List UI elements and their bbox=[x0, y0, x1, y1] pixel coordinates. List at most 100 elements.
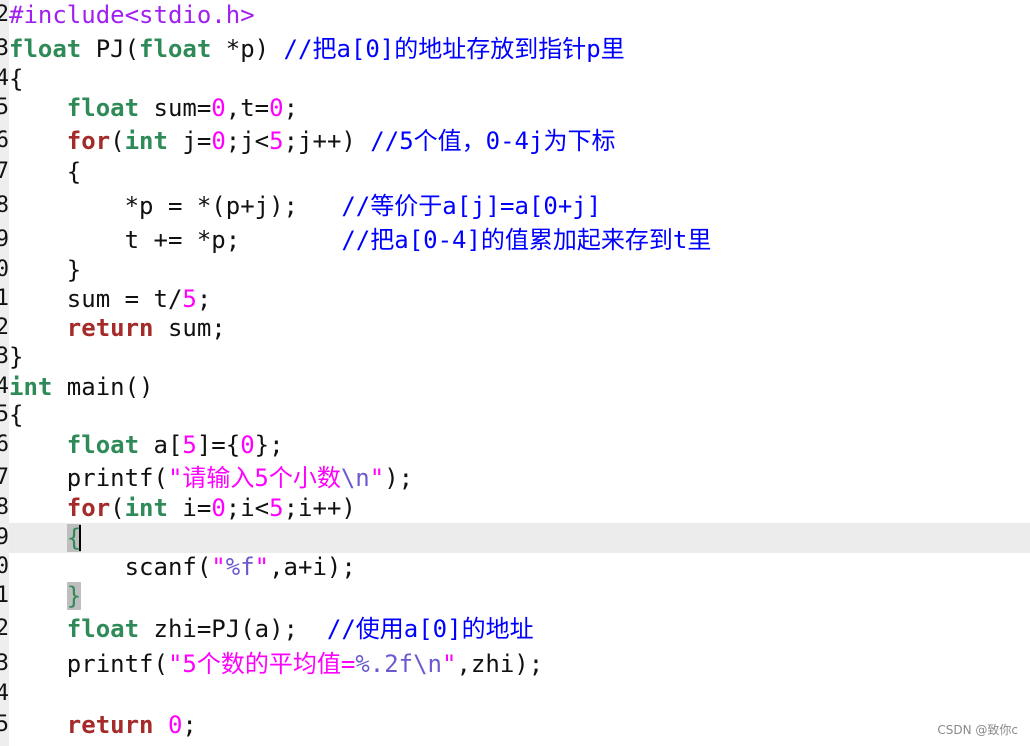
number-literal: 0 bbox=[269, 94, 284, 122]
line-number: 5 bbox=[0, 712, 9, 737]
string-literal: " bbox=[442, 650, 457, 678]
type-keyword: float bbox=[139, 35, 212, 63]
code-text: ,zhi); bbox=[456, 650, 544, 678]
code-text: ; bbox=[196, 285, 212, 313]
line-number: 7 bbox=[0, 465, 9, 490]
code-text: j= bbox=[167, 127, 212, 155]
line-number: 4 bbox=[0, 374, 9, 399]
code-text: printf( bbox=[9, 650, 168, 678]
code-comment: //把a[0]的地址存放到指针p里 bbox=[283, 35, 625, 63]
type-keyword: float bbox=[66, 615, 140, 643]
code-text: sum= bbox=[139, 94, 212, 122]
code-line[interactable]: return 0; bbox=[9, 710, 1030, 740]
code-text: printf( bbox=[9, 464, 168, 492]
code-text: *p) bbox=[211, 35, 284, 63]
line-number: 7 bbox=[0, 159, 9, 184]
code-line[interactable]: printf("5个数的平均值=%.2f\n",zhi); bbox=[9, 649, 1030, 679]
number-literal: 5 bbox=[269, 127, 284, 155]
line-number: 6 bbox=[0, 432, 9, 457]
code-text: ;i++) bbox=[283, 494, 356, 522]
number-literal: 5 bbox=[182, 285, 197, 313]
current-code-line[interactable]: { bbox=[9, 523, 1030, 553]
code-line[interactable]: sum = t/5; bbox=[9, 284, 1030, 314]
code-text: scanf( bbox=[9, 553, 212, 581]
code-line[interactable]: float a[5]={0}; bbox=[9, 430, 1030, 460]
line-number: 2 bbox=[0, 2, 9, 27]
line-number: 1 bbox=[0, 583, 9, 608]
code-line[interactable]: { bbox=[9, 157, 1030, 187]
code-line[interactable]: { bbox=[9, 400, 1030, 430]
line-number-gutter: 2 3 4 5 6 7 8 9 0 1 2 3 4 5 6 7 8 9 0 1 … bbox=[0, 0, 9, 746]
code-line[interactable]: } bbox=[9, 255, 1030, 285]
line-number: 4 bbox=[0, 681, 9, 706]
code-line[interactable]: float PJ(float *p) //把a[0]的地址存放到指针p里 bbox=[9, 34, 1030, 64]
code-text: ]={ bbox=[196, 431, 241, 459]
code-editor[interactable]: 2 3 4 5 6 7 8 9 0 1 2 3 4 5 6 7 8 9 0 1 … bbox=[0, 0, 1030, 746]
code-line[interactable]: float zhi=PJ(a); //使用a[0]的地址 bbox=[9, 614, 1030, 644]
string-literal: "5个数的平均值= bbox=[167, 650, 356, 678]
code-line[interactable]: *p = *(p+j); //等价于a[j]=a[0+j] bbox=[9, 191, 1030, 221]
code-text: ( bbox=[110, 494, 125, 522]
code-line[interactable]: for(int i=0;i<5;i++) bbox=[9, 493, 1030, 523]
code-text: ,a+i); bbox=[269, 553, 356, 581]
line-number: 8 bbox=[0, 495, 9, 520]
control-keyword: return bbox=[66, 314, 154, 342]
number-literal: 0 bbox=[167, 711, 183, 739]
control-keyword: for bbox=[66, 127, 111, 155]
line-number: 2 bbox=[0, 315, 9, 340]
code-text: ; bbox=[283, 94, 299, 122]
code-text: i= bbox=[167, 494, 212, 522]
code-text: ;j< bbox=[225, 127, 270, 155]
code-line[interactable]: int main() bbox=[9, 372, 1030, 402]
code-text: { bbox=[9, 65, 24, 93]
matched-brace: } bbox=[66, 582, 82, 610]
control-keyword: for bbox=[66, 494, 111, 522]
code-line[interactable]: scanf("%f",a+i); bbox=[9, 552, 1030, 582]
code-line[interactable]: } bbox=[9, 342, 1030, 372]
number-literal: 5 bbox=[269, 494, 284, 522]
line-number: 0 bbox=[0, 257, 9, 282]
text-cursor bbox=[79, 525, 82, 551]
code-comment: //5个值，0-4j为下标 bbox=[370, 127, 616, 155]
code-line[interactable]: t += *p; //把a[0-4]的值累加起来存到t里 bbox=[9, 225, 1030, 255]
code-text: ,t= bbox=[225, 94, 270, 122]
code-text: ); bbox=[384, 464, 414, 492]
code-line[interactable]: #include<stdio.h> bbox=[9, 0, 1030, 30]
number-literal: 0 bbox=[211, 94, 226, 122]
code-line[interactable] bbox=[9, 679, 1030, 709]
number-literal: 0 bbox=[211, 494, 226, 522]
format-specifier: %.2f bbox=[355, 650, 414, 678]
line-number: 1 bbox=[0, 286, 9, 311]
code-text: } bbox=[9, 343, 24, 371]
code-line[interactable]: return sum; bbox=[9, 313, 1030, 343]
line-number: 8 bbox=[0, 193, 9, 218]
line-number: 3 bbox=[0, 651, 9, 676]
string-literal: "请输入5个小数 bbox=[167, 464, 341, 492]
code-line[interactable]: { bbox=[9, 64, 1030, 94]
number-literal: 5 bbox=[182, 431, 197, 459]
code-line[interactable]: for(int j=0;j<5;j++) //5个值，0-4j为下标 bbox=[9, 126, 1030, 156]
code-line[interactable]: float sum=0,t=0; bbox=[9, 93, 1030, 123]
type-keyword: float bbox=[66, 94, 140, 122]
code-text: a[ bbox=[139, 431, 183, 459]
code-text: ; bbox=[182, 711, 197, 739]
code-line[interactable]: } bbox=[9, 581, 1030, 611]
type-keyword: float bbox=[9, 35, 82, 63]
code-text: { bbox=[9, 158, 82, 186]
preprocessor-directive: #include<stdio.h> bbox=[9, 1, 255, 29]
code-line[interactable]: printf("请输入5个小数\n"); bbox=[9, 463, 1030, 493]
control-keyword: return bbox=[66, 711, 154, 739]
line-number: 6 bbox=[0, 128, 9, 153]
line-number: 3 bbox=[0, 36, 9, 61]
code-comment: //使用a[0]的地址 bbox=[326, 615, 534, 643]
type-keyword: int bbox=[9, 373, 53, 401]
code-text: }; bbox=[254, 431, 284, 459]
type-keyword: int bbox=[124, 494, 168, 522]
